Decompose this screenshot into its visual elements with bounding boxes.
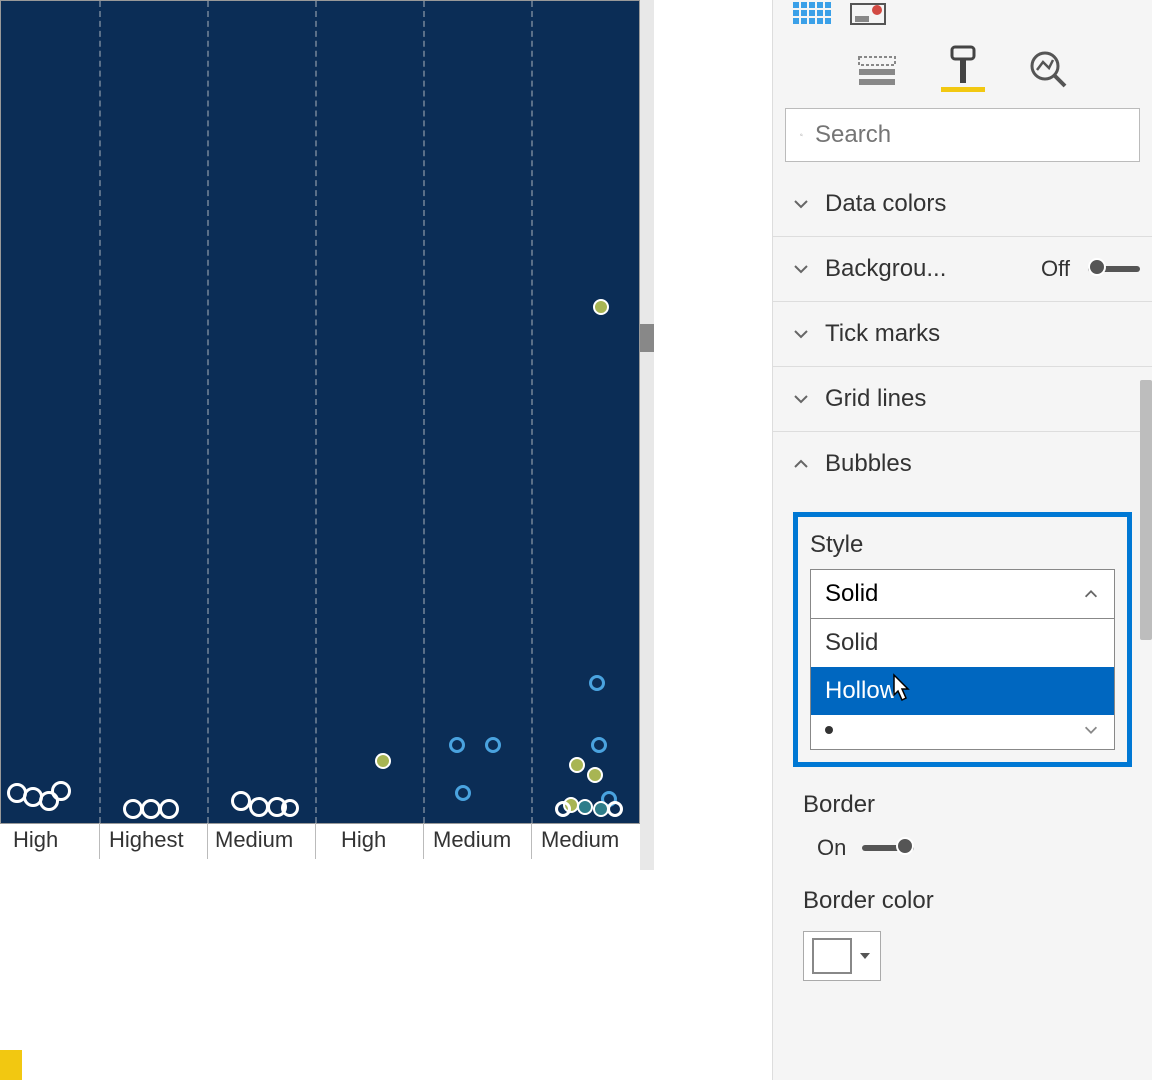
section-label: Bubbles [825,450,1140,478]
custom-viz-icon[interactable] [849,2,887,26]
chevron-down-icon [791,389,811,409]
axis-separator [423,823,424,859]
chart-scrollbar-track[interactable] [640,0,654,870]
format-tab[interactable] [941,48,985,92]
fields-tab[interactable] [855,48,899,92]
toggle-state-label: Off [1041,256,1070,282]
chevron-down-icon [791,259,811,279]
dropdown-option-text: Hollow [825,677,897,704]
gridline [99,1,101,823]
section-bubbles[interactable]: Bubbles [773,432,1152,496]
axis-separator [315,823,316,859]
data-point[interactable] [607,801,623,817]
dot-preview-icon [825,726,833,734]
chart-plot-area: High Highest Medium High Medium Medium [0,0,640,824]
dropdown-selected[interactable]: Solid [811,570,1114,619]
axis-category-label: Medium [215,827,293,853]
chevron-down-icon [791,324,811,344]
section-label: Grid lines [825,385,1140,413]
dropdown-footer[interactable] [811,715,1114,749]
data-point[interactable] [231,791,251,811]
data-point[interactable] [281,799,299,817]
caret-down-icon [858,949,872,963]
dropdown-option-hollow[interactable]: Hollow [811,667,1114,715]
style-label: Style [810,531,1115,559]
section-tick-marks[interactable]: Tick marks [773,302,1152,367]
border-group: Border On [773,783,1152,879]
border-color-picker[interactable] [803,931,881,981]
data-point[interactable] [375,753,391,769]
chevron-down-icon [791,194,811,214]
gridline [315,1,317,823]
chart-scrollbar-thumb[interactable] [640,324,654,352]
dropdown-option-solid[interactable]: Solid [811,619,1114,667]
section-label: Backgrou... [825,255,1027,283]
toggle-state-label: On [817,835,846,861]
style-dropdown[interactable]: Solid Solid Hollow [810,569,1115,750]
section-label: Tick marks [825,320,1140,348]
chevron-up-icon [1082,585,1100,603]
data-point[interactable] [123,799,143,819]
data-point[interactable] [159,799,179,819]
gridline [531,1,533,823]
gridline [423,1,425,823]
chevron-down-icon [1082,721,1100,739]
dropdown-selected-text: Solid [825,580,878,608]
axis-category-label: High [13,827,58,853]
data-point[interactable] [141,799,161,819]
data-point[interactable] [591,737,607,753]
gridline [207,1,209,823]
data-point[interactable] [569,757,585,773]
color-swatch [812,938,852,974]
axis-separator [207,823,208,859]
data-point[interactable] [555,801,571,817]
analytics-tab[interactable] [1027,48,1071,92]
section-grid-lines[interactable]: Grid lines [773,367,1152,432]
bubbles-style-group: Style Solid Solid Hollow [793,512,1132,767]
data-point[interactable] [51,781,71,801]
axis-separator [99,823,100,859]
border-label: Border [803,791,1132,819]
chart-visual[interactable]: High Highest Medium High Medium Medium [0,0,700,880]
data-point[interactable] [589,675,605,691]
status-bar-accent [0,1050,22,1080]
panel-scrollbar-thumb[interactable] [1140,380,1152,640]
section-data-colors[interactable]: Data colors [773,172,1152,237]
data-point[interactable] [449,737,465,753]
border-toggle[interactable] [862,838,914,858]
data-point[interactable] [485,737,501,753]
chevron-up-icon [791,454,811,474]
axis-category-label: Highest [109,827,184,853]
border-color-group: Border color [773,879,1152,999]
search-box[interactable] [785,108,1140,162]
data-point[interactable] [587,767,603,783]
data-point[interactable] [455,785,471,801]
data-point[interactable] [593,299,609,315]
axis-separator [531,823,532,859]
section-background[interactable]: Backgrou... Off [773,237,1152,302]
search-input[interactable] [815,121,1125,149]
border-color-label: Border color [803,887,1132,915]
background-toggle[interactable] [1088,259,1140,279]
format-pane: Data colors Backgrou... Off Tick marks G… [772,0,1152,1080]
section-label: Data colors [825,190,1140,218]
matrix-viz-icon[interactable] [793,2,831,26]
axis-category-label: Medium [541,827,619,853]
axis-category-label: Medium [433,827,511,853]
data-point[interactable] [249,797,269,817]
search-icon [800,123,803,147]
data-point[interactable] [577,799,593,815]
axis-category-label: High [341,827,386,853]
